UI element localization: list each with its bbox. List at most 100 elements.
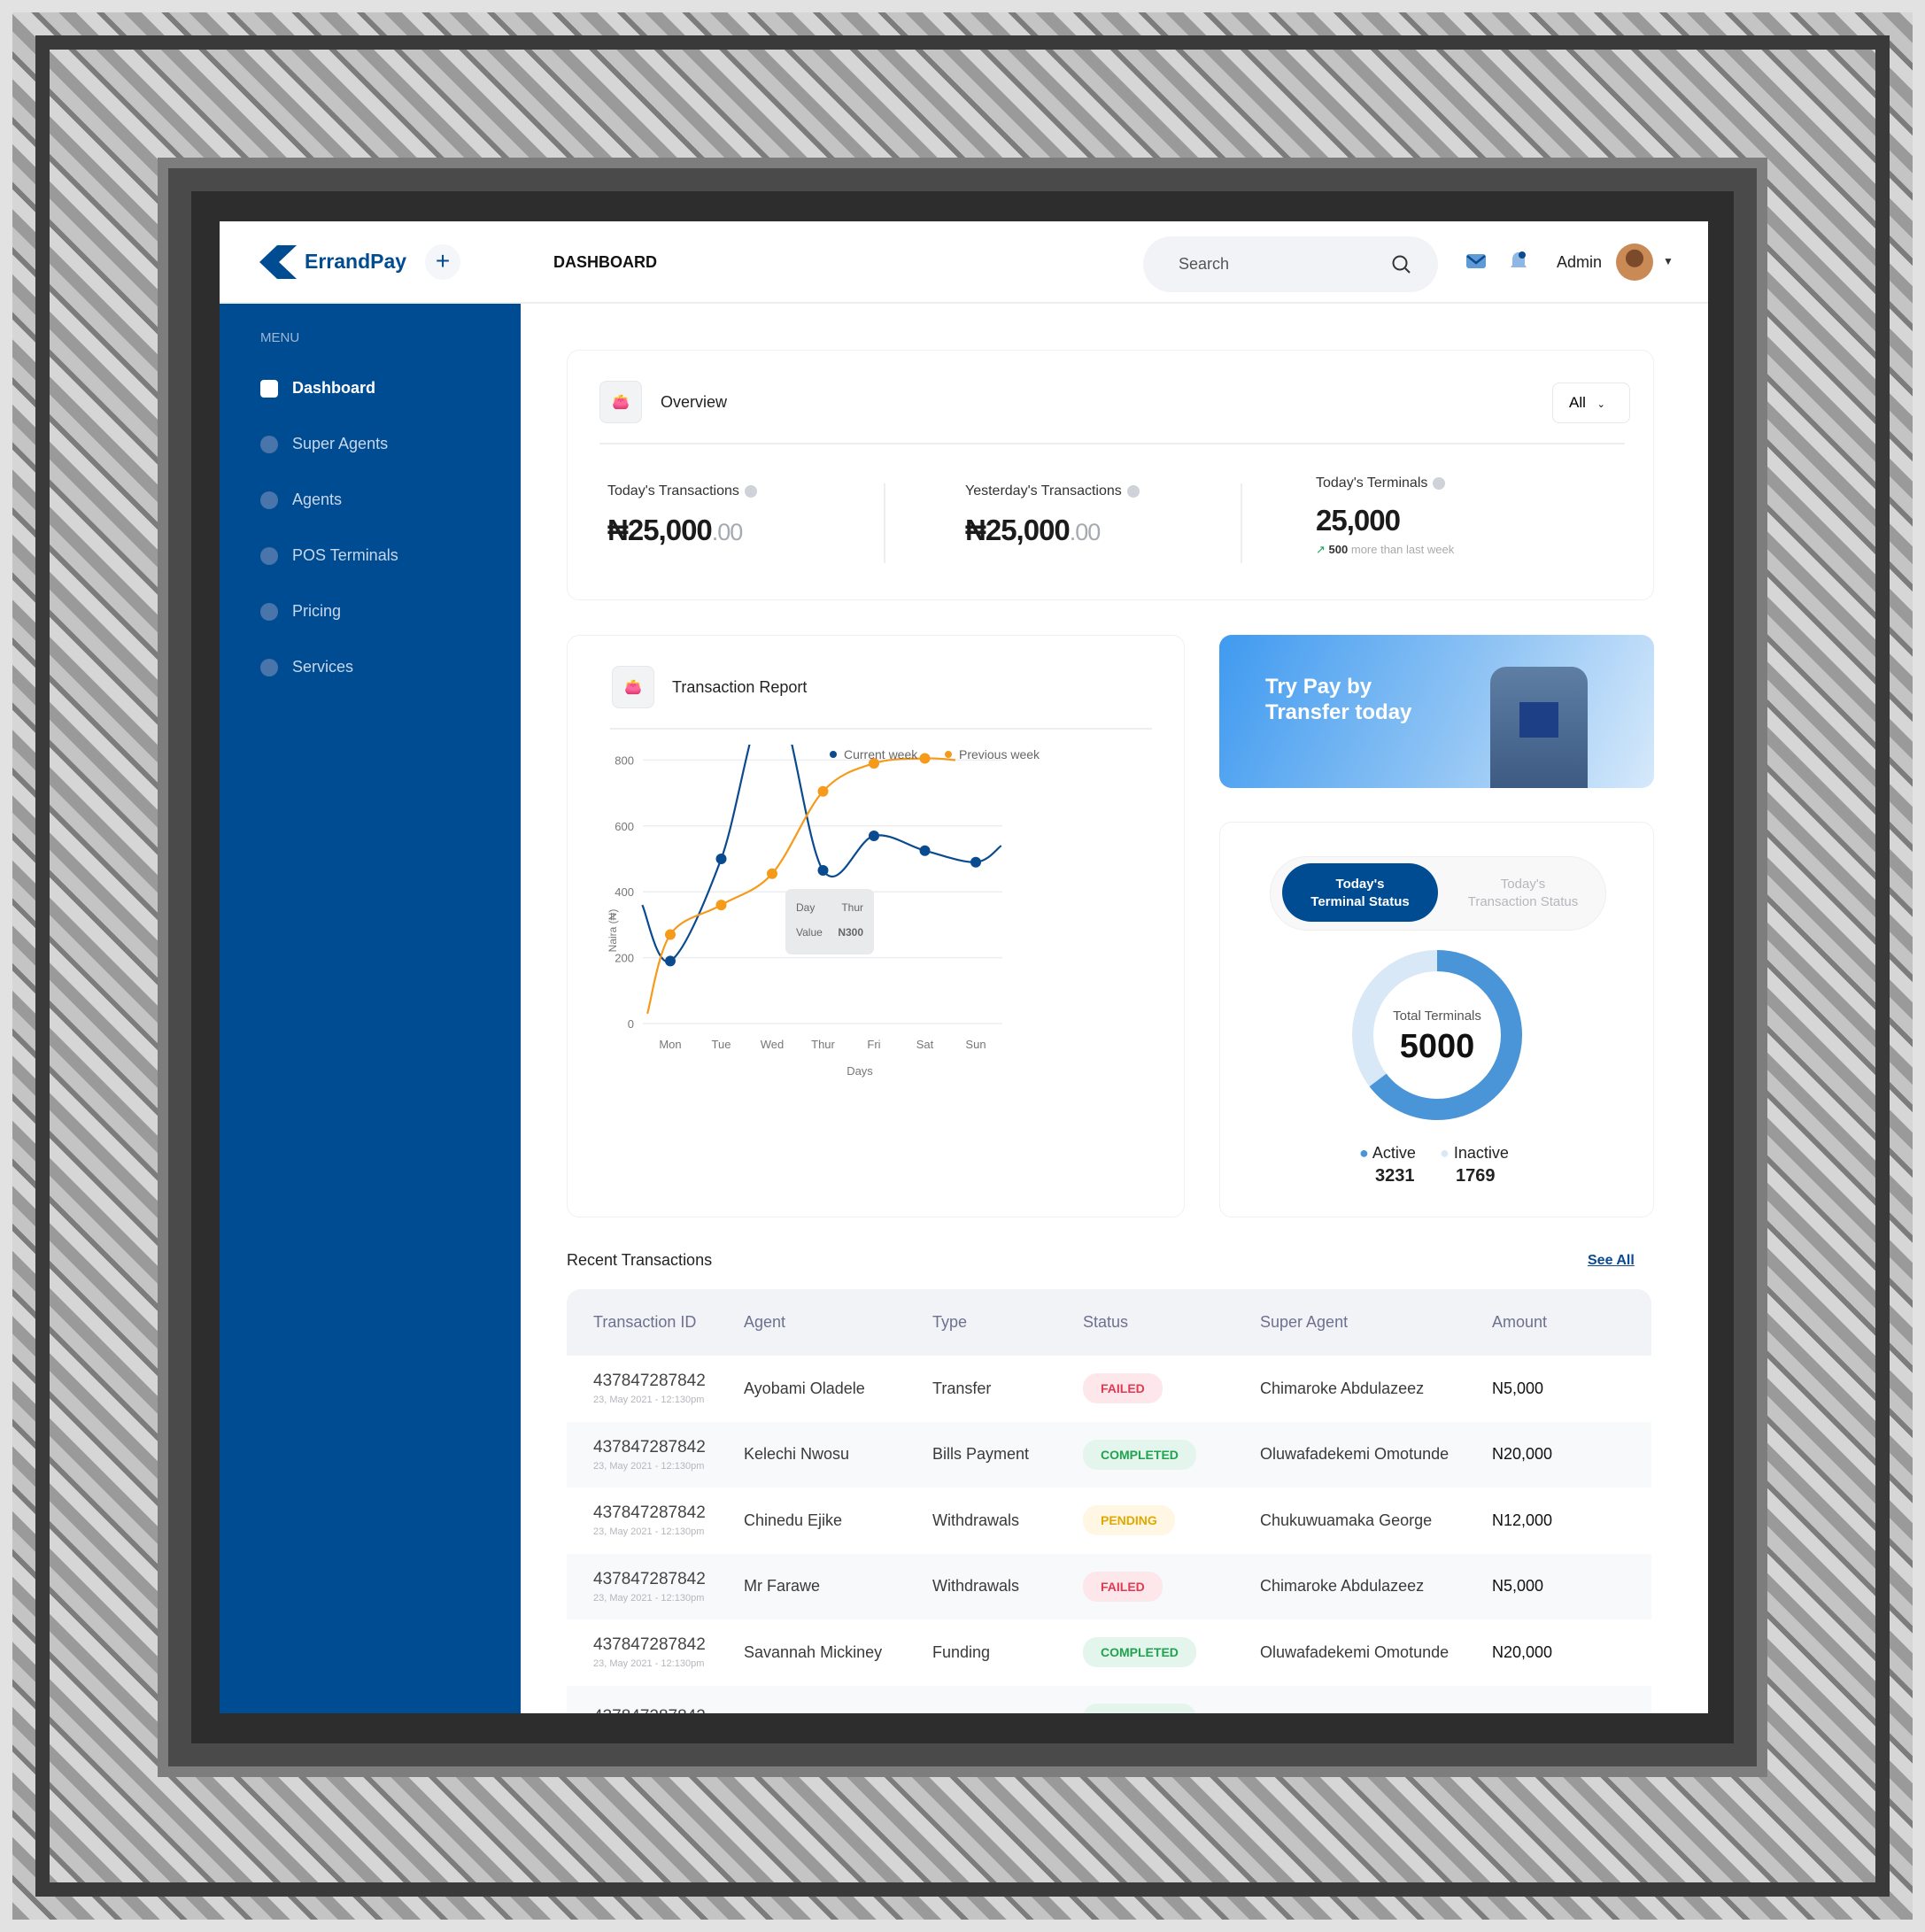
tooltip-text: Thur (841, 901, 863, 914)
tab-transaction-status[interactable]: Today's Transaction Status (1448, 863, 1598, 922)
super-agent-cell: Oluwafadekemi Omotunde (1260, 1642, 1450, 1661)
chevron-down-icon[interactable]: ▼ (1663, 255, 1674, 267)
transaction-id: 437847287842 (593, 1503, 706, 1523)
stat-label: Today's Terminals (1316, 475, 1428, 491)
tooltip-text: Day (796, 901, 815, 914)
sidebar-item-pricing[interactable]: Pricing (260, 602, 341, 621)
column-header[interactable]: Type (932, 1289, 1083, 1356)
x-tick-label: Fri (867, 1038, 880, 1051)
brand-name: ErrandPay (305, 250, 407, 273)
wallet-icon: 👛 (612, 666, 654, 708)
sidebar-item-dashboard[interactable]: Dashboard (260, 379, 375, 398)
tab-label: Transaction Status (1467, 894, 1579, 909)
column-header[interactable]: Agent (744, 1289, 932, 1356)
table-row[interactable]: 437847287842 23, May 2021 - 12:130pm Mr F… (567, 1553, 1651, 1619)
stat-value: 25,000 (627, 514, 713, 546)
column-header[interactable]: Transaction ID (567, 1289, 744, 1356)
table-row[interactable]: 437847287842 23, May 2021 - 12:130pm Ayob… (567, 1356, 1651, 1422)
currency: ₦ (607, 514, 629, 546)
type-cell: Bills Payment (932, 1421, 1083, 1488)
mail-icon[interactable] (1465, 252, 1487, 270)
status-badge: COMPLETED (1083, 1703, 1196, 1713)
agent-cell (744, 1685, 932, 1713)
banner-text: Try Pay by Transfer today (1265, 674, 1411, 725)
tab-terminal-status[interactable]: Today's Terminal Status (1282, 863, 1438, 922)
see-all-link[interactable]: See All (1588, 1253, 1635, 1269)
agent-cell: Chinedu Ejike (744, 1511, 843, 1529)
bell-icon[interactable] (1509, 250, 1528, 273)
type-cell: Withdrawals (932, 1553, 1083, 1619)
donut-total: 5000 (1399, 1028, 1475, 1065)
legend-inactive: ● Inactive 1769 (1440, 1144, 1509, 1186)
search-icon[interactable] (1391, 254, 1412, 275)
tooltip-text: N300 (838, 926, 863, 939)
x-tick-label: Wed (761, 1038, 785, 1051)
amount-cell: N5,000 (1492, 1379, 1544, 1397)
legend-dot (945, 751, 952, 758)
data-point (970, 856, 981, 868)
stat-decimals: .00 (711, 519, 744, 545)
stat-todays-terminals: Today's Terminals 25,000 ↗ 500 more than… (1316, 475, 1454, 557)
sidebar: MENU Dashboard Super Agents Agents POS T… (220, 304, 521, 1713)
pay-by-transfer-banner[interactable]: Try Pay by Transfer today (1219, 635, 1654, 788)
x-tick-label: Mon (659, 1038, 681, 1051)
sidebar-item-services[interactable]: Services (260, 658, 353, 676)
avatar[interactable] (1616, 243, 1653, 281)
tab-label: Terminal Status (1310, 894, 1410, 909)
sidebar-item-label: POS Terminals (292, 546, 398, 564)
sidebar-item-label: Pricing (292, 602, 342, 620)
filter-dropdown[interactable]: All ⌄ (1552, 383, 1630, 423)
data-point (817, 865, 829, 877)
dot-icon: ● (1440, 1144, 1450, 1162)
search-input[interactable]: Search (1143, 236, 1438, 292)
column-header[interactable]: Amount (1492, 1289, 1651, 1356)
transaction-date: 23, May 2021 - 12:130pm (593, 1460, 705, 1472)
data-point (665, 929, 676, 940)
tab-label: Today's (1335, 877, 1385, 892)
agent-cell: Kelechi Nwosu (744, 1421, 932, 1488)
column-header[interactable]: Status (1083, 1289, 1260, 1356)
agent-cell: Ayobami Oladele (744, 1379, 865, 1397)
top-header: ErrandPay + DASHBOARD Search Admin ▼ (220, 221, 1708, 304)
info-icon[interactable] (1433, 476, 1446, 490)
sidebar-item-pos-terminals[interactable]: POS Terminals (260, 546, 398, 565)
type-cell: Funding (932, 1642, 991, 1661)
super-agent-cell (1260, 1685, 1492, 1713)
add-button[interactable]: + (425, 244, 460, 280)
y-tick-label: 200 (615, 952, 634, 965)
info-icon[interactable] (744, 484, 757, 498)
stat-todays-transactions: Today's Transactions ₦25,000.00 (607, 483, 757, 547)
agent-cell: Savannah Mickiney (744, 1642, 883, 1661)
stat-yesterdays-transactions: Yesterday's Transactions ₦25,000.00 (965, 483, 1140, 547)
amount-cell: N12,000 (1492, 1511, 1553, 1529)
legend-dot (830, 751, 837, 758)
sidebar-item-label: Dashboard (292, 379, 376, 397)
transaction-date: 23, May 2021 - 12:130pm (593, 1592, 705, 1604)
divider (1241, 483, 1242, 563)
info-icon[interactable] (1126, 484, 1140, 498)
legend-label: Previous week (959, 747, 1040, 761)
status-badge: COMPLETED (1083, 1439, 1196, 1470)
services-icon (260, 658, 278, 676)
column-header[interactable]: Super Agent (1260, 1289, 1492, 1356)
table-row[interactable]: 437847287842 COMPLETED (567, 1685, 1651, 1713)
table-row[interactable]: 437847287842 23, May 2021 - 12:130pm Chin… (567, 1488, 1651, 1554)
status-badge: FAILED (1083, 1373, 1163, 1404)
table-row[interactable]: 437847287842 23, May 2021 - 12:130pm Kele… (567, 1421, 1651, 1488)
donut-center-label: Total Terminals (1393, 1009, 1481, 1024)
sidebar-item-agents[interactable]: Agents (260, 491, 342, 509)
line-chart: 02004006008001,000MonTueWedThurFriSatSun… (607, 745, 1040, 1078)
menu-label: MENU (260, 330, 300, 345)
table-row[interactable]: 437847287842 23, May 2021 - 12:130pm Sava… (567, 1619, 1651, 1686)
stat-value: 25,000 (1316, 504, 1401, 537)
transaction-id: 437847287842 (593, 1372, 706, 1391)
status-badge: COMPLETED (1083, 1637, 1196, 1668)
sidebar-item-super-agents[interactable]: Super Agents (260, 435, 388, 453)
dashboard-screen: ErrandPay + DASHBOARD Search Admin ▼ MEN… (220, 221, 1708, 1713)
recent-transactions-title: Recent Transactions (567, 1251, 713, 1269)
y-tick-label: 800 (615, 753, 634, 767)
transaction-id: 437847287842 (593, 1569, 706, 1588)
delta-text: more than last week (1350, 543, 1455, 556)
data-point (665, 955, 676, 967)
transaction-id: 437847287842 (593, 1635, 706, 1655)
